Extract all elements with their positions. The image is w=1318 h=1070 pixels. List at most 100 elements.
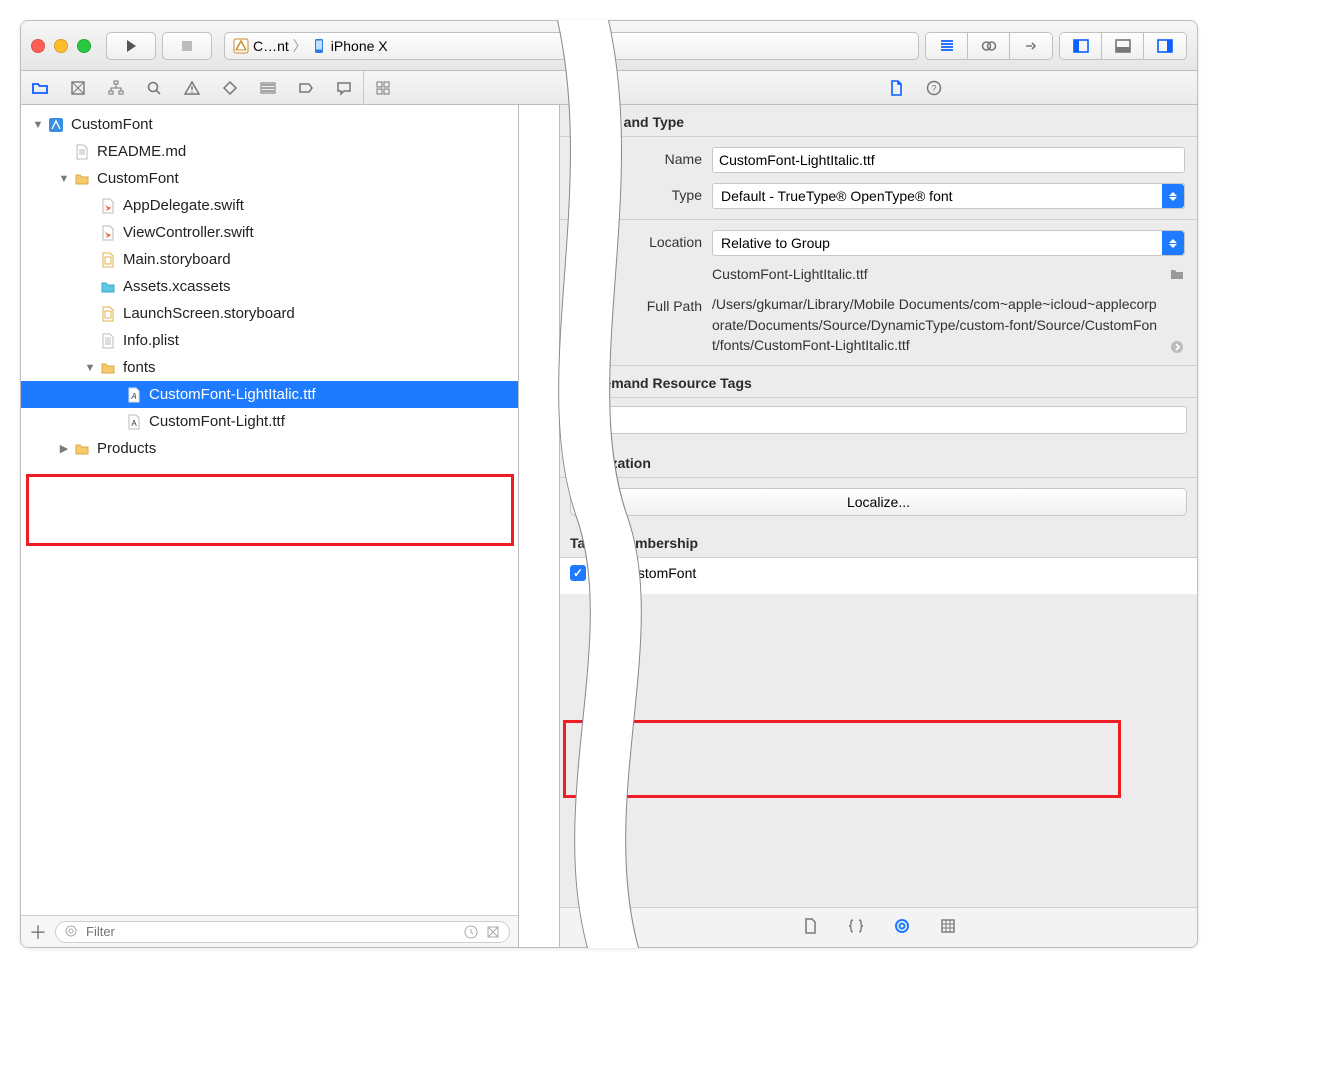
ttf-file-icon: A	[126, 387, 142, 403]
type-label: Type	[572, 183, 702, 203]
text-file-icon	[74, 144, 90, 160]
warning-icon	[183, 79, 201, 97]
issue-navigator-tab[interactable]	[173, 71, 211, 105]
minimize-window-button[interactable]	[54, 39, 68, 53]
group-customfont[interactable]: ▼ CustomFont	[21, 165, 518, 192]
find-navigator-tab[interactable]	[135, 71, 173, 105]
editor-grid-button[interactable]	[364, 71, 402, 105]
tree-label: CustomFont-LightItalic.ttf	[149, 386, 316, 403]
recent-filter-icon[interactable]	[463, 924, 479, 940]
version-editor-button[interactable]	[1010, 33, 1052, 59]
chevron-right-icon: 〉	[293, 36, 307, 56]
report-navigator-tab[interactable]	[325, 71, 363, 105]
localize-button[interactable]: Localize...	[570, 488, 1187, 516]
file-inspector-tab[interactable]	[877, 71, 915, 105]
tree-label: Products	[97, 440, 156, 457]
quick-help-inspector-tab[interactable]: ?	[915, 71, 953, 105]
file-font-lightitalic[interactable]: ▶ A CustomFont-LightItalic.ttf	[21, 381, 518, 408]
app-target-icon	[233, 38, 249, 54]
group-fonts[interactable]: ▼ fonts	[21, 354, 518, 381]
odr-header: On Demand Resource Tags	[560, 366, 1197, 398]
add-button[interactable]: ＋	[29, 919, 47, 945]
run-button[interactable]	[106, 32, 156, 60]
fullpath-label: Full Path	[572, 294, 702, 314]
file-inspector: Identity and Type Name Type Default - Tr…	[559, 105, 1197, 947]
file-viewcontroller[interactable]: ▶ ViewController.swift	[21, 219, 518, 246]
svg-text:A: A	[130, 392, 136, 401]
ttf-file-icon: A	[126, 414, 142, 430]
file-info-plist[interactable]: ▶ Info.plist	[21, 327, 518, 354]
tree-label: CustomFont	[97, 170, 179, 187]
folder-icon	[74, 441, 90, 457]
location-file-text: CustomFont-LightItalic.ttf	[712, 264, 1163, 284]
group-products[interactable]: ▶ Products	[21, 435, 518, 462]
debug-navigator-tab[interactable]	[249, 71, 287, 105]
file-template-library-tab[interactable]	[801, 917, 819, 938]
name-field[interactable]	[712, 147, 1185, 173]
close-window-button[interactable]	[31, 39, 45, 53]
project-navigator: ▼ CustomFont ▶ README.md ▼ CustomFont ▶	[21, 105, 519, 947]
version-editor-icon	[1022, 37, 1040, 55]
tree-label: Info.plist	[123, 332, 179, 349]
breakpoint-navigator-tab[interactable]	[287, 71, 325, 105]
location-select[interactable]: Relative to Group	[712, 230, 1185, 256]
zoom-window-button[interactable]	[77, 39, 91, 53]
toggle-navigator-button[interactable]	[1060, 33, 1102, 59]
localize-button-label: Localize...	[847, 494, 910, 510]
symbol-navigator-tab[interactable]	[97, 71, 135, 105]
document-icon	[801, 917, 819, 935]
window-controls	[31, 39, 91, 53]
target-membership-row[interactable]: ✓ CustomFont	[560, 558, 1197, 594]
choose-location-button[interactable]	[1169, 266, 1185, 282]
tree-label: CustomFont-Light.ttf	[149, 413, 285, 430]
navigator-footer: ＋	[21, 915, 518, 947]
document-icon	[887, 79, 905, 97]
code-snippet-library-tab[interactable]	[847, 917, 865, 938]
editor-area	[519, 105, 559, 947]
project-navigator-tab[interactable]	[21, 71, 59, 105]
test-navigator-tab[interactable]	[211, 71, 249, 105]
toggle-debug-area-button[interactable]	[1102, 33, 1144, 59]
assistant-editor-button[interactable]	[968, 33, 1010, 59]
reveal-in-finder-button[interactable]	[1169, 339, 1185, 355]
xcodeproj-icon	[47, 116, 65, 134]
folder-icon	[100, 360, 116, 376]
toggle-inspector-button[interactable]	[1144, 33, 1186, 59]
file-readme[interactable]: ▶ README.md	[21, 138, 518, 165]
type-select-value: Default - TrueType® OpenType® font	[721, 188, 953, 204]
target-name-label: CustomFont	[620, 565, 696, 581]
file-main-storyboard[interactable]: ▶ Main.storyboard	[21, 246, 518, 273]
file-font-light[interactable]: ▶ A CustomFont-Light.ttf	[21, 408, 518, 435]
scheme-destination-label: iPhone X	[331, 38, 388, 54]
filter-input[interactable]	[86, 924, 457, 939]
speech-bubble-icon	[335, 79, 353, 97]
stop-button[interactable]	[162, 32, 212, 60]
filter-field[interactable]	[55, 921, 510, 943]
panel-visibility-segmented[interactable]	[1059, 32, 1187, 60]
plist-icon	[100, 333, 116, 349]
breakpoint-icon	[297, 79, 315, 97]
source-control-icon	[69, 79, 87, 97]
circle-ring-icon	[893, 917, 911, 935]
type-select[interactable]: Default - TrueType® OpenType® font	[712, 183, 1185, 209]
titlebar: C…nt 〉 iPhone X	[21, 21, 1197, 71]
editor-mode-segmented[interactable]	[925, 32, 1053, 60]
media-library-tab[interactable]	[939, 917, 957, 938]
file-assets[interactable]: ▶ Assets.xcassets	[21, 273, 518, 300]
source-control-navigator-tab[interactable]	[59, 71, 97, 105]
file-launch-storyboard[interactable]: ▶ LaunchScreen.storyboard	[21, 300, 518, 327]
scheme-breadcrumb[interactable]: C…nt 〉 iPhone X	[224, 32, 919, 60]
tags-field[interactable]: Tags	[570, 406, 1187, 434]
scm-filter-icon[interactable]	[485, 924, 501, 940]
location-select-value: Relative to Group	[721, 235, 830, 251]
object-library-tab[interactable]	[893, 917, 911, 938]
tree-label: fonts	[123, 359, 156, 376]
target-checkbox[interactable]: ✓	[570, 565, 586, 581]
tree-label: Assets.xcassets	[123, 278, 231, 295]
scheme-destination: iPhone X	[311, 38, 388, 54]
file-appdelegate[interactable]: ▶ AppDelegate.swift	[21, 192, 518, 219]
project-root[interactable]: ▼ CustomFont	[21, 111, 518, 138]
tree-label: Main.storyboard	[123, 251, 231, 268]
tree-label: README.md	[97, 143, 186, 160]
standard-editor-button[interactable]	[926, 33, 968, 59]
